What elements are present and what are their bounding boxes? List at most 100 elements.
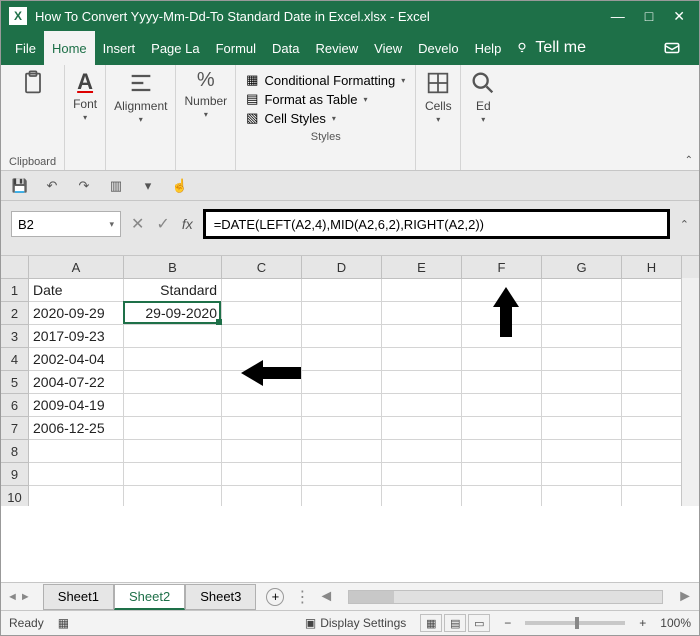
cell-B9[interactable]: [124, 463, 222, 486]
col-header-E[interactable]: E: [382, 256, 462, 278]
cell-D2[interactable]: [302, 302, 382, 325]
menu-item-view[interactable]: View: [366, 31, 410, 65]
cell-A1[interactable]: Date: [29, 279, 124, 302]
editing-button[interactable]: Ed ▾: [469, 69, 497, 124]
cell-C1[interactable]: [222, 279, 302, 302]
cell-D10[interactable]: [302, 486, 382, 506]
cell-G1[interactable]: [542, 279, 622, 302]
styles-conditional-formatting[interactable]: ▦Conditional Formatting ▾: [246, 72, 405, 88]
cell-E8[interactable]: [382, 440, 462, 463]
select-all-corner[interactable]: [1, 256, 29, 278]
row-header-4[interactable]: 4: [1, 348, 29, 371]
cell-H2[interactable]: [622, 302, 682, 325]
sheet-nav-next[interactable]: ►: [20, 591, 31, 603]
cell-E10[interactable]: [382, 486, 462, 506]
cell-H3[interactable]: [622, 325, 682, 348]
cell-B5[interactable]: [124, 371, 222, 394]
row-header-3[interactable]: 3: [1, 325, 29, 348]
cell-B4[interactable]: [124, 348, 222, 371]
cell-A5[interactable]: 2004-07-22: [29, 371, 124, 394]
menu-item-data[interactable]: Data: [264, 31, 307, 65]
minimize-button[interactable]: —: [611, 8, 625, 25]
cell-C8[interactable]: [222, 440, 302, 463]
cell-G9[interactable]: [542, 463, 622, 486]
cell-E6[interactable]: [382, 394, 462, 417]
row-header-2[interactable]: 2: [1, 302, 29, 325]
cell-D5[interactable]: [302, 371, 382, 394]
menu-item-review[interactable]: Review: [308, 31, 367, 65]
cell-B6[interactable]: [124, 394, 222, 417]
cell-C10[interactable]: [222, 486, 302, 506]
cell-H8[interactable]: [622, 440, 682, 463]
name-box[interactable]: B2 ▾: [11, 211, 121, 237]
cell-H9[interactable]: [622, 463, 682, 486]
cell-G6[interactable]: [542, 394, 622, 417]
cell-G8[interactable]: [542, 440, 622, 463]
cell-A3[interactable]: 2017-09-23: [29, 325, 124, 348]
col-header-B[interactable]: B: [124, 256, 222, 278]
touch-mode-button[interactable]: ☝: [169, 176, 191, 196]
row-header-5[interactable]: 5: [1, 371, 29, 394]
menu-item-develo[interactable]: Develo: [410, 31, 466, 65]
row-header-1[interactable]: 1: [1, 279, 29, 302]
cell-C9[interactable]: [222, 463, 302, 486]
horizontal-scrollbar[interactable]: [348, 590, 663, 604]
zoom-level[interactable]: 100%: [660, 616, 691, 630]
cells-button[interactable]: Cells ▾: [424, 69, 452, 124]
cell-D3[interactable]: [302, 325, 382, 348]
cell-B7[interactable]: [124, 417, 222, 440]
add-sheet-button[interactable]: +: [266, 588, 284, 606]
menu-item-formul[interactable]: Formul: [208, 31, 264, 65]
cell-E1[interactable]: [382, 279, 462, 302]
cell-D7[interactable]: [302, 417, 382, 440]
cancel-formula-button[interactable]: ✕: [131, 214, 144, 234]
zoom-slider[interactable]: [525, 621, 625, 625]
zoom-out-button[interactable]: −: [504, 616, 511, 630]
cell-B3[interactable]: [124, 325, 222, 348]
cell-D6[interactable]: [302, 394, 382, 417]
cell-H5[interactable]: [622, 371, 682, 394]
close-button[interactable]: ✕: [673, 8, 685, 25]
cell-E9[interactable]: [382, 463, 462, 486]
col-header-F[interactable]: F: [462, 256, 542, 278]
page-layout-view-button[interactable]: ▤: [444, 614, 466, 632]
cell-H7[interactable]: [622, 417, 682, 440]
cell-C7[interactable]: [222, 417, 302, 440]
sheet-nav-prev[interactable]: ◄: [7, 591, 18, 603]
col-header-A[interactable]: A: [29, 256, 124, 278]
accept-formula-button[interactable]: ✓: [156, 214, 169, 234]
cell-D9[interactable]: [302, 463, 382, 486]
cell-F4[interactable]: [462, 348, 542, 371]
hscroll-right[interactable]: ►: [677, 588, 693, 606]
menu-item-insert[interactable]: Insert: [95, 31, 144, 65]
sheet-tab-sheet3[interactable]: Sheet3: [185, 584, 256, 610]
cell-G4[interactable]: [542, 348, 622, 371]
cell-B2[interactable]: 29-09-2020: [124, 302, 222, 325]
vertical-scrollbar[interactable]: [681, 278, 699, 506]
cell-B1[interactable]: Standard: [124, 279, 222, 302]
cell-F8[interactable]: [462, 440, 542, 463]
cell-A8[interactable]: [29, 440, 124, 463]
cell-A4[interactable]: 2002-04-04: [29, 348, 124, 371]
normal-view-button[interactable]: ▦: [420, 614, 442, 632]
col-header-H[interactable]: H: [622, 256, 682, 278]
col-header-C[interactable]: C: [222, 256, 302, 278]
cell-A7[interactable]: 2006-12-25: [29, 417, 124, 440]
cell-E7[interactable]: [382, 417, 462, 440]
fx-icon[interactable]: fx: [182, 216, 193, 232]
row-header-9[interactable]: 9: [1, 463, 29, 486]
save-button[interactable]: 💾: [9, 176, 31, 196]
row-header-6[interactable]: 6: [1, 394, 29, 417]
cell-C2[interactable]: [222, 302, 302, 325]
cell-F10[interactable]: [462, 486, 542, 506]
styles-format-as-table[interactable]: ▤Format as Table ▾: [246, 91, 405, 107]
sheet-tab-sheet2[interactable]: Sheet2: [114, 584, 185, 610]
row-header-10[interactable]: 10: [1, 486, 29, 506]
spreadsheet-grid[interactable]: ABCDEFGH 12345678910 DateStandard2020-09…: [1, 256, 699, 506]
styles-cell-styles[interactable]: ▧Cell Styles ▾: [246, 110, 405, 126]
cell-C3[interactable]: [222, 325, 302, 348]
cell-G10[interactable]: [542, 486, 622, 506]
display-settings-button[interactable]: ▣Display Settings: [305, 616, 406, 630]
cell-E4[interactable]: [382, 348, 462, 371]
cell-G3[interactable]: [542, 325, 622, 348]
